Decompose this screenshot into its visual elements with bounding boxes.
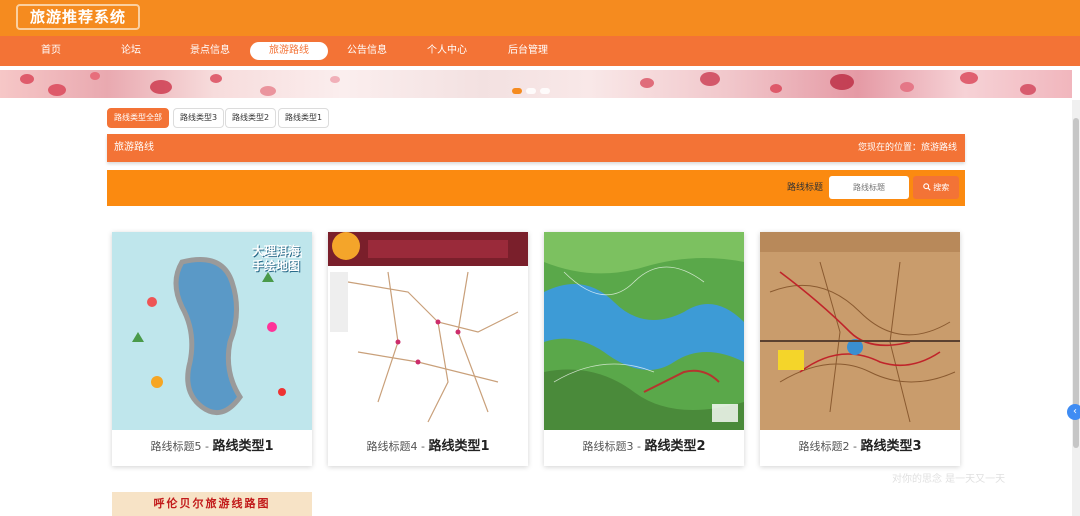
nav-item-notices[interactable]: 公告信息: [328, 42, 406, 60]
title-separator: -: [417, 440, 429, 453]
route-card[interactable]: 大理洱海 手绘地图 路线标题5 - 路线类型1: [112, 232, 312, 466]
filter-chip-type2[interactable]: 路线类型2: [225, 108, 277, 128]
float-chevron-left-icon[interactable]: ‹: [1067, 404, 1080, 420]
filter-chip-type3[interactable]: 路线类型3: [173, 108, 225, 128]
carousel-dot[interactable]: [512, 88, 522, 94]
route-type: 路线类型2: [644, 439, 706, 454]
carousel-indicators: [512, 79, 554, 94]
banner-carousel: [0, 70, 1072, 98]
search-button[interactable]: 搜索: [913, 176, 959, 199]
filter-chip-type1[interactable]: 路线类型1: [278, 108, 330, 128]
route-map-title: 呼伦贝尔旅游线路图: [153, 497, 271, 510]
app-title: 旅游推荐系统: [16, 4, 141, 30]
map-title-text: 大理洱海 手绘地图: [252, 244, 301, 273]
route-map-image: [544, 232, 744, 430]
route-card[interactable]: 路线标题3 - 路线类型2: [544, 232, 744, 466]
route-card[interactable]: 路线标题2 - 路线类型3: [760, 232, 960, 466]
title-separator: -: [633, 440, 645, 453]
route-type: 路线类型1: [428, 439, 490, 454]
scrollbar-thumb[interactable]: [1073, 118, 1079, 448]
search-label: 路线标题: [787, 183, 824, 193]
search-icon: [922, 183, 931, 191]
route-card-partial[interactable]: 呼伦贝尔旅游线路图: [112, 492, 312, 516]
route-title: 路线标题2: [798, 440, 850, 453]
route-map-image: 大理洱海 手绘地图: [112, 232, 312, 430]
carousel-dot[interactable]: [526, 88, 536, 94]
main-nav: 首页 论坛 景点信息 旅游路线 公告信息 个人中心 后台管理: [0, 36, 1080, 66]
nav-item-admin[interactable]: 后台管理: [489, 42, 567, 60]
nav-item-attractions[interactable]: 景点信息: [171, 42, 249, 60]
search-bar: 路线标题 搜索: [107, 170, 965, 206]
breadcrumb: 您现在的位置：旅游路线: [857, 143, 957, 153]
filter-chip-all[interactable]: 路线类型全部: [107, 108, 169, 128]
route-title: 路线标题3: [582, 440, 634, 453]
nav-item-forum[interactable]: 论坛: [92, 42, 170, 60]
watermark-text: 对你的思念 是一天又一天: [892, 474, 1006, 485]
section-header: 旅游路线 您现在的位置：旅游路线: [107, 134, 965, 162]
route-card-caption: 路线标题3 - 路线类型2: [544, 430, 744, 466]
route-title: 路线标题4: [366, 440, 418, 453]
search-input[interactable]: [829, 176, 909, 199]
route-card-caption: 路线标题2 - 路线类型3: [760, 430, 960, 466]
route-card[interactable]: 路线标题4 - 路线类型1: [328, 232, 528, 466]
route-title: 路线标题5: [150, 440, 202, 453]
route-card-caption: 路线标题4 - 路线类型1: [328, 430, 528, 466]
route-type: 路线类型1: [212, 439, 274, 454]
carousel-dot[interactable]: [540, 88, 550, 94]
title-separator: -: [849, 440, 861, 453]
search-button-label: 搜索: [933, 183, 950, 192]
top-header: 旅游推荐系统: [0, 0, 1080, 36]
nav-item-profile[interactable]: 个人中心: [408, 42, 486, 60]
nav-item-home[interactable]: 首页: [12, 42, 90, 60]
route-type: 路线类型3: [860, 439, 922, 454]
nav-item-routes[interactable]: 旅游路线: [250, 42, 328, 60]
route-map-image: [328, 232, 528, 430]
title-separator: -: [201, 440, 213, 453]
route-map-image: [760, 232, 960, 430]
route-card-caption: 路线标题5 - 路线类型1: [112, 430, 312, 466]
section-title: 旅游路线: [114, 142, 154, 153]
